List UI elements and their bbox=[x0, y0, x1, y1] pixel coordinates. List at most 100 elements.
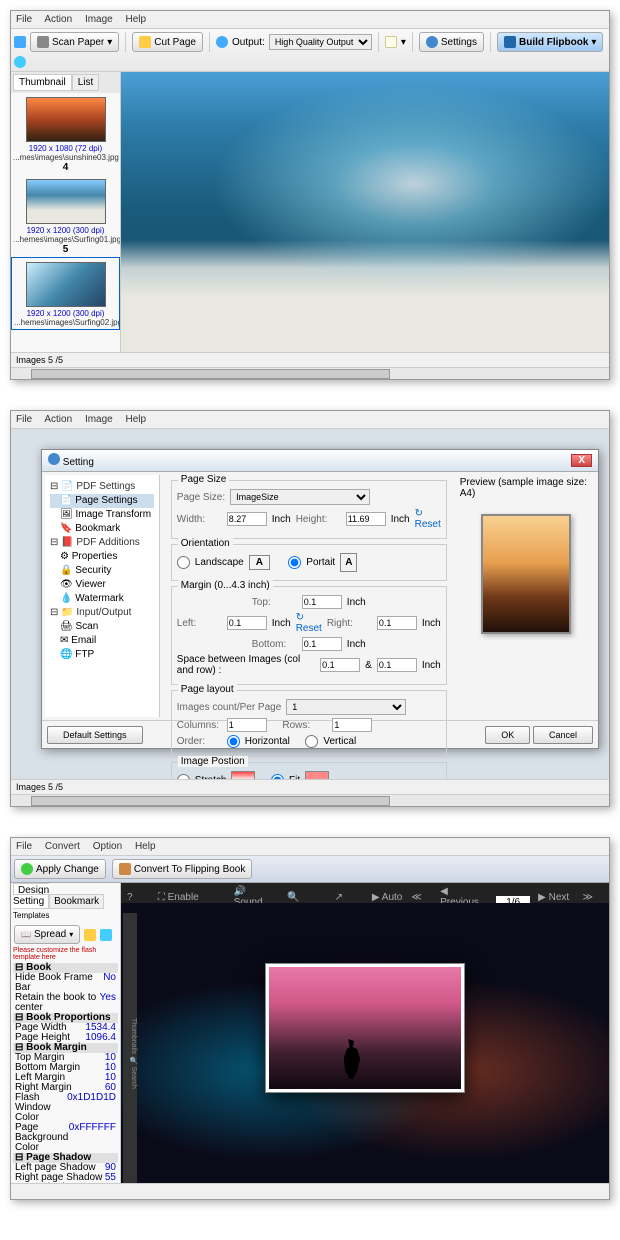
thumbnail-item[interactable]: 1920 x 1080 (72 dpi)...mes\images\sunshi… bbox=[11, 93, 120, 175]
book-icon bbox=[504, 36, 516, 48]
tree-page-settings[interactable]: 📄 Page Settings bbox=[50, 494, 154, 508]
tab-list[interactable]: List bbox=[72, 74, 100, 91]
dropdown-icon[interactable]: ▾ bbox=[401, 37, 406, 48]
tab-bookmark[interactable]: Bookmark bbox=[49, 894, 104, 909]
menu-help[interactable]: Help bbox=[126, 14, 147, 25]
image-viewer[interactable] bbox=[121, 72, 609, 352]
space-row-input[interactable] bbox=[377, 658, 417, 672]
margin-top-input[interactable] bbox=[302, 595, 342, 609]
landscape-icon: A bbox=[249, 555, 270, 570]
tree-viewer[interactable]: 👁 Viewer bbox=[50, 578, 154, 592]
columns-input[interactable] bbox=[227, 718, 267, 732]
tree-scan[interactable]: 🖨 Scan bbox=[50, 620, 154, 634]
stretch-radio[interactable] bbox=[177, 774, 190, 780]
space-col-input[interactable] bbox=[320, 658, 360, 672]
thumbnails-tab[interactable]: Thumbnails 🔍 Search bbox=[123, 913, 137, 1183]
tree-email[interactable]: ✉ Email bbox=[50, 634, 154, 648]
apply-change-button[interactable]: Apply Change bbox=[14, 859, 106, 879]
menu-file[interactable]: File bbox=[16, 841, 32, 852]
horizontal-radio[interactable] bbox=[227, 735, 240, 748]
height-input[interactable] bbox=[346, 512, 386, 526]
default-settings-button[interactable]: Default Settings bbox=[47, 726, 143, 744]
menu-option[interactable]: Option bbox=[93, 841, 122, 852]
help-icon[interactable] bbox=[14, 56, 26, 68]
menu-action[interactable]: Action bbox=[44, 14, 72, 25]
fit-radio[interactable] bbox=[271, 774, 284, 780]
landscape-radio[interactable] bbox=[177, 556, 190, 569]
flipbook-stage: ? Help ⛶ Enable FullScreen 🔊 Sound On 🔍 … bbox=[121, 883, 609, 1183]
spread-button[interactable]: 📖 Spread ▾ bbox=[14, 925, 80, 944]
property-row[interactable]: Flash Window Color0x1D1D1D bbox=[13, 1093, 118, 1123]
property-row[interactable]: Left page Shadow90 bbox=[13, 1163, 118, 1173]
settings-dialog: Setting X ⊟ 📄 PDF Settings 📄 Page Settin… bbox=[41, 449, 599, 749]
convert-button[interactable]: Convert To Flipping Book bbox=[112, 859, 253, 879]
width-input[interactable] bbox=[227, 512, 267, 526]
scan-paper-button[interactable]: Scan Paper▾ bbox=[30, 32, 119, 52]
cut-page-button[interactable]: Cut Page bbox=[132, 32, 203, 52]
check-icon bbox=[21, 863, 33, 875]
color-swatch[interactable] bbox=[385, 36, 397, 48]
tree-image-transform[interactable]: 🖼 Image Transform bbox=[50, 508, 154, 522]
app-icon bbox=[14, 36, 26, 48]
menu-action[interactable]: Action bbox=[44, 414, 72, 425]
tree-ftp[interactable]: 🌐 FTP bbox=[50, 648, 154, 662]
tree-properties[interactable]: ⚙ Properties bbox=[50, 550, 154, 564]
page-size-select[interactable]: ImageSize bbox=[230, 489, 370, 505]
rows-input[interactable] bbox=[332, 718, 372, 732]
images-per-page-select[interactable]: 1 bbox=[286, 699, 406, 715]
menu-help[interactable]: Help bbox=[126, 414, 147, 425]
margin-left-input[interactable] bbox=[227, 616, 267, 630]
vertical-radio[interactable] bbox=[305, 735, 318, 748]
convert-icon bbox=[119, 863, 131, 875]
thumbnail-image bbox=[26, 97, 106, 142]
toolbar: Apply Change Convert To Flipping Book bbox=[11, 856, 609, 883]
settings-form: Page Size Page Size:ImageSize Width:Inch… bbox=[163, 472, 455, 720]
property-grid[interactable]: ⊟ BookHide Book Frame BarNoRetain the bo… bbox=[11, 961, 120, 1183]
portrait-radio[interactable] bbox=[288, 556, 301, 569]
stretch-icon bbox=[231, 771, 255, 779]
cancel-button[interactable]: Cancel bbox=[533, 726, 593, 744]
margin-bottom-input[interactable] bbox=[302, 637, 342, 651]
menu-file[interactable]: File bbox=[16, 14, 32, 25]
thumbnail-image bbox=[26, 179, 106, 224]
horizontal-scrollbar[interactable] bbox=[11, 367, 609, 379]
reset-button[interactable]: ↻ Reset bbox=[296, 612, 322, 634]
status-bar bbox=[11, 1183, 609, 1199]
settings-tree[interactable]: ⊟ 📄 PDF Settings 📄 Page Settings 🖼 Image… bbox=[45, 475, 160, 717]
property-row[interactable]: Page Background Color0xFFFFFF bbox=[13, 1123, 118, 1153]
tab-design-setting[interactable]: Design Setting bbox=[13, 883, 49, 909]
tree-watermark[interactable]: 💧 Watermark bbox=[50, 592, 154, 606]
menu-convert[interactable]: Convert bbox=[45, 841, 80, 852]
property-row[interactable]: Retain the book to centerYes bbox=[13, 993, 118, 1013]
tree-pdf-additions[interactable]: ⊟ 📕 PDF Additions bbox=[50, 536, 154, 550]
template-icon[interactable] bbox=[100, 929, 112, 941]
tab-thumbnail[interactable]: Thumbnail bbox=[13, 74, 72, 91]
menu-file[interactable]: File bbox=[16, 414, 32, 425]
flipbook-editor-window: File Convert Option Help Apply Change Co… bbox=[10, 837, 610, 1200]
property-row[interactable]: Right page Shadow55 bbox=[13, 1173, 118, 1183]
settings-button[interactable]: Settings bbox=[419, 32, 484, 52]
close-button[interactable]: X bbox=[571, 454, 592, 467]
margin-right-input[interactable] bbox=[377, 616, 417, 630]
tree-bookmark[interactable]: 🔖 Bookmark bbox=[50, 522, 154, 536]
preview-image bbox=[481, 514, 571, 634]
menu-help[interactable]: Help bbox=[135, 841, 156, 852]
output-quality-select[interactable]: High Quality Output bbox=[269, 34, 372, 50]
thumbnail-item[interactable]: 1920 x 1200 (300 dpi)...hemes\images\Sur… bbox=[11, 257, 120, 330]
tree-input-output[interactable]: ⊟ 📁 Input/Output bbox=[50, 606, 154, 620]
reset-button[interactable]: ↻ Reset bbox=[415, 508, 441, 530]
menu-image[interactable]: Image bbox=[85, 414, 113, 425]
horizontal-scrollbar[interactable] bbox=[11, 794, 609, 806]
dropdown-icon: ▾ bbox=[591, 37, 596, 48]
menu-image[interactable]: Image bbox=[85, 14, 113, 25]
property-row[interactable]: Hide Book Frame BarNo bbox=[13, 973, 118, 993]
tree-security[interactable]: 🔒 Security bbox=[50, 564, 154, 578]
flipbook-page[interactable] bbox=[265, 963, 465, 1093]
thumbnail-image bbox=[26, 262, 106, 307]
build-flipbook-button[interactable]: Build Flipbook▾ bbox=[497, 32, 603, 52]
tree-pdf-settings[interactable]: ⊟ 📄 PDF Settings bbox=[50, 480, 154, 494]
template-icon[interactable] bbox=[84, 929, 96, 941]
thumbnail-item[interactable]: 1920 x 1200 (300 dpi)...hemes\images\Sur… bbox=[11, 175, 120, 257]
status-bar: Images 5 /5 bbox=[11, 352, 609, 367]
ok-button[interactable]: OK bbox=[485, 726, 530, 744]
